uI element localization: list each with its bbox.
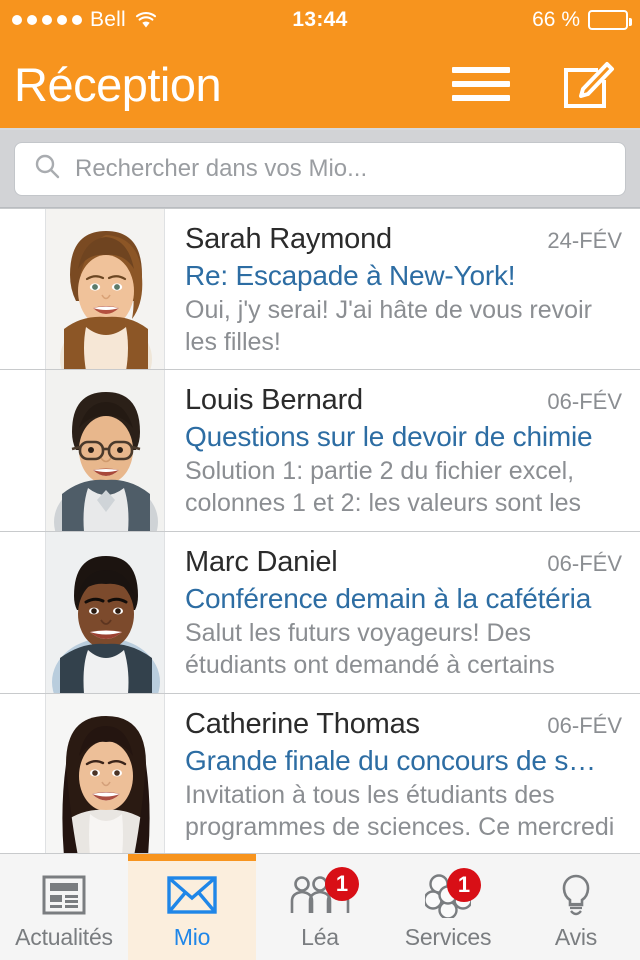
email-list-item[interactable]: Marc Daniel 06-FÉV Conférence demain à l… bbox=[0, 532, 640, 694]
email-preview: Invitation à tous les étudiants des prog… bbox=[185, 781, 615, 841]
tab-actualites[interactable]: Actualités bbox=[0, 854, 128, 960]
signal-dot bbox=[57, 15, 67, 25]
avatar-sarah-raymond bbox=[45, 209, 165, 371]
email-subject: Questions sur le devoir de chimie bbox=[185, 421, 593, 452]
email-subject: Conférence demain à la cafétéria bbox=[185, 583, 592, 614]
signal-dot bbox=[72, 15, 82, 25]
flower-icon: 1 bbox=[411, 867, 485, 920]
status-bar-right: 66 % bbox=[532, 8, 632, 32]
email-date: 24-FÉV bbox=[547, 228, 622, 253]
email-preview: Salut les futurs voyageurs! Des étudiant… bbox=[185, 619, 555, 679]
news-icon bbox=[27, 870, 101, 920]
signal-dot bbox=[27, 15, 37, 25]
email-preview: Solution 1: partie 2 du fichier excel, c… bbox=[185, 457, 582, 517]
search-bar-container: Rechercher dans vos Mio... bbox=[0, 130, 640, 208]
search-icon bbox=[33, 152, 61, 185]
avatar-marc-daniel bbox=[45, 532, 165, 694]
avatar-cell bbox=[0, 370, 165, 532]
bottom-tab-bar: Actualités Mio 1 Léa 1 Services Avis bbox=[0, 853, 640, 960]
nav-actions bbox=[452, 56, 616, 112]
page-title: Réception bbox=[14, 57, 222, 111]
email-header-line: Catherine Thomas 06-FÉV bbox=[185, 708, 622, 741]
email-sender: Marc Daniel bbox=[185, 546, 338, 578]
tab-label: Avis bbox=[554, 923, 598, 950]
email-date: 06-FÉV bbox=[547, 389, 622, 414]
navigation-bar: Réception bbox=[0, 40, 640, 130]
tab-label: Services bbox=[404, 923, 492, 950]
tab-mio[interactable]: Mio bbox=[128, 854, 256, 960]
email-subject: Grande finale du concours de s… bbox=[185, 745, 596, 776]
avatar-catherine-thomas bbox=[45, 694, 165, 853]
email-date: 06-FÉV bbox=[547, 551, 622, 576]
carrier-name: Bell bbox=[90, 8, 126, 31]
email-list-item[interactable]: Catherine Thomas 06-FÉV Grande finale du… bbox=[0, 694, 640, 853]
search-input[interactable]: Rechercher dans vos Mio... bbox=[14, 141, 626, 196]
tab-label: Mio bbox=[173, 923, 211, 950]
avatar-cell bbox=[0, 532, 165, 694]
badge-count: 1 bbox=[447, 867, 481, 902]
envelope-icon bbox=[155, 870, 229, 920]
status-bar: Bell 13:44 66 % bbox=[0, 0, 640, 40]
email-header-line: Sarah Raymond 24-FÉV bbox=[185, 223, 622, 256]
tab-avis[interactable]: Avis bbox=[512, 854, 640, 960]
email-sender: Louis Bernard bbox=[185, 384, 363, 416]
email-list[interactable]: Sarah Raymond 24-FÉV Re: Escapade à New-… bbox=[0, 208, 640, 853]
signal-dot bbox=[12, 15, 22, 25]
email-content: Louis Bernard 06-FÉV Questions sur le de… bbox=[165, 370, 640, 532]
email-sender: Catherine Thomas bbox=[185, 708, 420, 740]
wifi-icon bbox=[134, 11, 158, 29]
tab-services[interactable]: 1 Services bbox=[384, 854, 512, 960]
tab-label: Léa bbox=[301, 923, 339, 950]
email-sender: Sarah Raymond bbox=[185, 223, 392, 255]
battery-percent-label: 66 % bbox=[532, 8, 580, 31]
avatar-louis-bernard bbox=[45, 370, 165, 532]
compose-icon[interactable] bbox=[560, 56, 616, 112]
email-subject: Re: Escapade à New-York! bbox=[185, 260, 516, 291]
lightbulb-icon bbox=[539, 870, 613, 920]
email-header-line: Louis Bernard 06-FÉV bbox=[185, 384, 622, 417]
email-content: Sarah Raymond 24-FÉV Re: Escapade à New-… bbox=[165, 209, 640, 370]
email-date: 06-FÉV bbox=[547, 713, 622, 738]
email-list-item[interactable]: Louis Bernard 06-FÉV Questions sur le de… bbox=[0, 370, 640, 532]
email-content: Catherine Thomas 06-FÉV Grande finale du… bbox=[165, 694, 640, 853]
email-content: Marc Daniel 06-FÉV Conférence demain à l… bbox=[165, 532, 640, 694]
badge-count: 1 bbox=[325, 866, 359, 901]
signal-dot bbox=[42, 15, 52, 25]
app-root: Bell 13:44 66 % Réception Rechercher dan… bbox=[0, 0, 640, 960]
status-bar-left: Bell bbox=[12, 8, 158, 32]
avatar-cell bbox=[0, 209, 165, 371]
tab-lea[interactable]: 1 Léa bbox=[256, 854, 384, 960]
email-header-line: Marc Daniel 06-FÉV bbox=[185, 546, 622, 579]
battery-icon bbox=[588, 10, 632, 30]
avatar-cell bbox=[0, 694, 165, 853]
tab-label: Actualités bbox=[15, 923, 113, 950]
email-preview: Oui, j'y serai! J'ai hâte de vous revoir… bbox=[185, 296, 592, 356]
signal-strength-dots bbox=[12, 15, 82, 25]
people-icon: 1 bbox=[283, 866, 359, 920]
search-placeholder: Rechercher dans vos Mio... bbox=[75, 154, 368, 182]
hamburger-menu-icon[interactable] bbox=[452, 67, 510, 101]
email-list-item[interactable]: Sarah Raymond 24-FÉV Re: Escapade à New-… bbox=[0, 208, 640, 371]
